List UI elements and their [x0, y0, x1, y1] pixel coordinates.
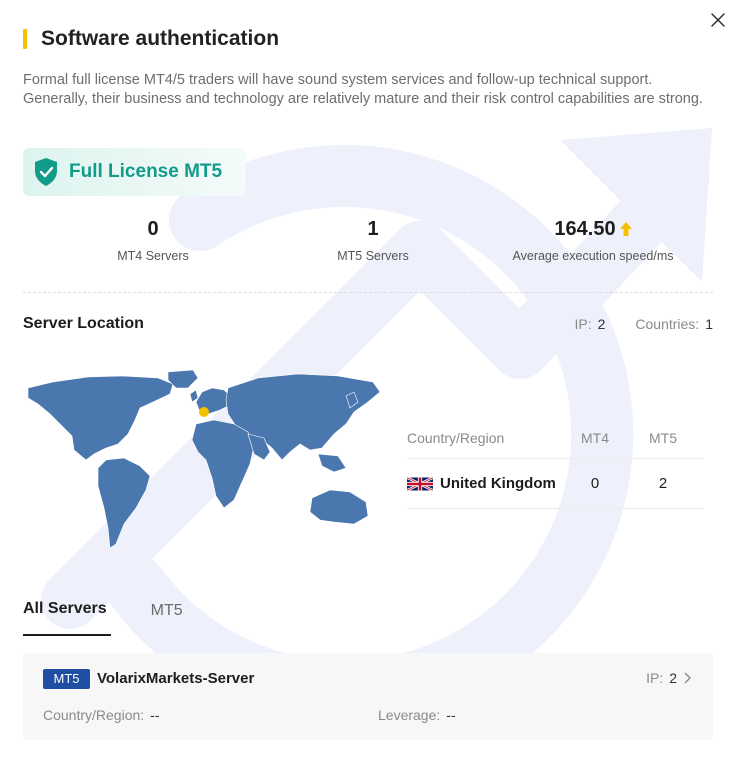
- server-ip: IP: 2: [646, 670, 691, 686]
- stat-value: 1: [367, 218, 379, 240]
- uk-flag-icon: [407, 477, 433, 490]
- country-cell: United Kingdom: [407, 475, 567, 492]
- server-country-field: Country/Region: --: [43, 707, 160, 723]
- license-badge: Full License MT5: [23, 148, 246, 196]
- stat-mt4-servers: 0 MT4 Servers: [58, 217, 248, 263]
- world-map: [28, 369, 381, 549]
- server-ip-label: IP:: [646, 670, 664, 686]
- header-country-region: Country/Region: [407, 430, 505, 446]
- shield-check-icon: [35, 158, 57, 186]
- server-leverage-field: Leverage: --: [378, 707, 456, 723]
- server-location-marker: [199, 407, 209, 417]
- mt4-count: 0: [590, 475, 600, 492]
- divider: [23, 292, 713, 293]
- ip-count: 2: [597, 316, 606, 332]
- license-label: Full License MT5: [69, 161, 223, 182]
- title-accent-bar: [23, 29, 27, 49]
- countries-label: Countries:: [635, 316, 700, 332]
- header-mt4: MT4: [581, 430, 609, 446]
- stat-value: 0: [147, 218, 159, 240]
- location-meta: IP: 2 Countries: 1: [574, 316, 713, 332]
- server-country-value: --: [150, 707, 160, 723]
- mt5-count: 2: [658, 475, 668, 492]
- countries-count: 1: [705, 316, 713, 332]
- chevron-right-icon: [684, 672, 691, 684]
- header-mt5: MT5: [649, 430, 677, 446]
- server-tabs: All Servers MT5: [23, 600, 183, 636]
- stat-value-wrap: 164.50: [554, 217, 632, 241]
- server-name: VolarixMarkets-Server: [97, 670, 255, 687]
- server-type-badge: MT5: [43, 669, 90, 689]
- stat-label: Average execution speed/ms: [512, 249, 674, 263]
- stat-mt5-servers: 1 MT5 Servers: [278, 217, 468, 263]
- server-country-label: Country/Region:: [43, 707, 145, 723]
- region-table-header: Country/Region MT4 MT5: [407, 418, 703, 459]
- modal-title: Software authentication: [41, 27, 280, 50]
- country-name: United Kingdom: [440, 475, 556, 492]
- close-button[interactable]: [706, 8, 730, 32]
- tab-mt5[interactable]: MT5: [151, 600, 183, 636]
- server-card[interactable]: MT5 VolarixMarkets-Server IP: 2 Country/…: [23, 653, 713, 740]
- modal-description: Formal full license MT4/5 traders will h…: [23, 72, 703, 107]
- modal-header: Software authentication: [23, 27, 279, 51]
- up-arrow-icon: [619, 222, 632, 236]
- table-row: United Kingdom 0 2: [407, 459, 703, 509]
- server-leverage-label: Leverage:: [378, 707, 441, 723]
- stat-execution-speed: 164.50 Average execution speed/ms: [493, 217, 693, 263]
- tab-all-servers[interactable]: All Servers: [23, 600, 111, 636]
- server-ip-count: 2: [669, 670, 677, 686]
- stat-label: MT5 Servers: [337, 249, 409, 263]
- server-leverage-value: --: [446, 707, 456, 723]
- region-table: Country/Region MT4 MT5 United Kingdom 0 …: [407, 418, 703, 509]
- close-icon: [711, 13, 725, 27]
- ip-label: IP:: [574, 316, 592, 332]
- stat-value: 164.50: [554, 218, 616, 240]
- server-location-title: Server Location: [23, 315, 144, 332]
- stat-label: MT4 Servers: [117, 249, 189, 263]
